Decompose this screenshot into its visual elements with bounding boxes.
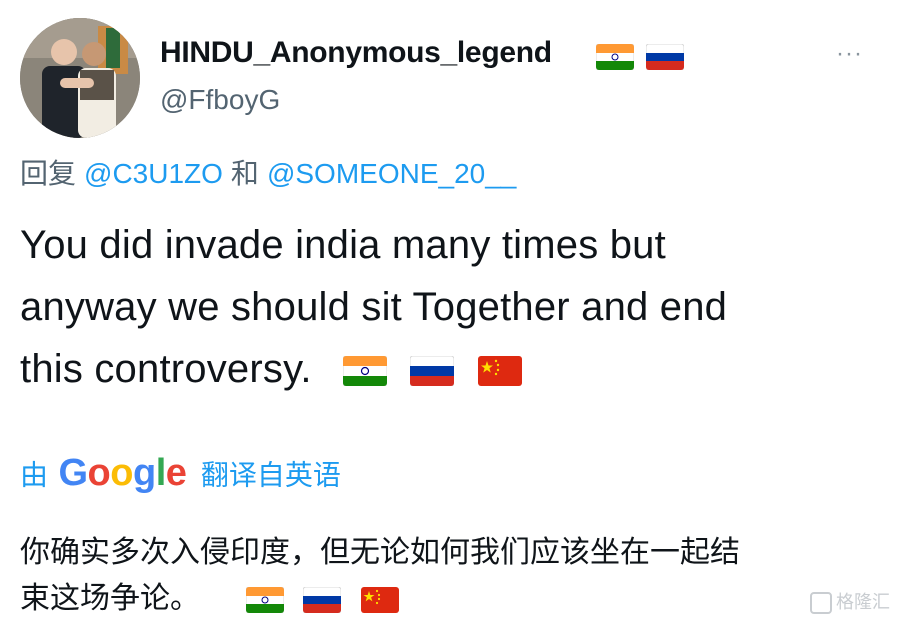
author-handle[interactable]: @FfboyG [160,84,280,116]
google-letter: o [110,452,133,494]
reply-context: 回复 @C3U1ZO 和 @SOMEONE_20__ [20,152,516,192]
author-display-name[interactable]: HINDU_Anonymous_legend [160,36,552,70]
russia-flag-icon [410,356,455,387]
tweet-line: anyway we should sit Together and end [20,285,728,329]
india-flag-icon [245,586,284,613]
translated-from-label[interactable]: 翻译自英语 [201,460,341,491]
china-flag-icon [360,586,399,613]
translated-by-label: 由 [20,459,49,491]
translated-line: 你确实多次入侵印度，但无论如何我们应该坐在一起结 [20,535,740,570]
tweet-line-last: this controversy. [20,338,727,400]
tweet-text: You did invade india many times but anyw… [20,214,727,400]
google-letter: G [58,452,88,494]
reply-prefix: 回复 [20,158,77,189]
russia-flag-icon [646,44,684,70]
avatar-photo [20,18,140,138]
translated-line-text: 束这场争论。 [20,581,200,616]
mention-link[interactable]: @C3U1ZO [84,158,223,189]
india-flag-icon [342,356,387,387]
watermark-logo-icon [810,592,832,615]
tweet-line: You did invade india many times but [20,223,666,267]
avatar[interactable] [20,18,140,138]
reply-connector: 和 [230,158,259,189]
russia-flag-icon [303,586,342,613]
translated-text: 你确实多次入侵印度，但无论如何我们应该坐在一起结 束这场争论。 [20,530,740,622]
more-options-icon[interactable]: ··· [836,40,863,68]
translation-attribution: 由 Google 翻译自英语 [20,452,341,496]
watermark: 格隆汇 [810,588,890,615]
translated-line-last: 束这场争论。 [20,576,740,622]
china-flag-icon [477,356,522,387]
mention-link[interactable]: @SOMEONE_20__ [267,158,516,189]
india-flag-icon [596,44,634,70]
google-logo[interactable]: Google [58,452,186,495]
watermark-text: 格隆汇 [836,592,890,612]
google-letter: o [87,452,111,494]
google-letter: g [132,452,156,494]
google-letter: e [165,452,187,494]
tweet-line-text: this controversy. [20,347,312,391]
google-letter: l [155,452,167,494]
